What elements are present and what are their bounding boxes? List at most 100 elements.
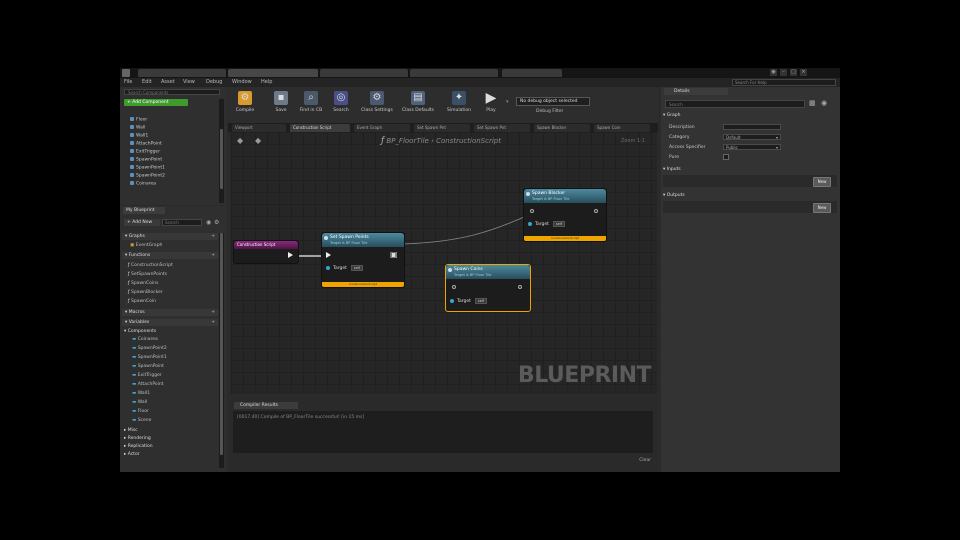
components-search-input[interactable]: Search Components (124, 89, 220, 95)
menu-window[interactable]: Window (232, 79, 252, 85)
menu-edit[interactable]: Edit (142, 79, 152, 85)
variable-item[interactable]: ▬ SpawnPoint2 (132, 346, 167, 351)
variable-item[interactable]: ▬ Floor (132, 409, 149, 414)
section-functions[interactable]: ▾ Functions + (122, 252, 218, 259)
components-category[interactable]: ▾ Components (124, 329, 156, 334)
menu-file[interactable]: File (124, 79, 132, 85)
function-item[interactable]: ƒ ConstructionScript (128, 263, 173, 268)
component-item[interactable]: SpawnPoint1 (130, 165, 165, 171)
details-tab[interactable]: Details (664, 88, 728, 95)
components-scroll-thumb[interactable] (220, 129, 223, 189)
function-item[interactable]: ƒ SpawnBlocker (128, 290, 163, 295)
my-blueprint-search-input[interactable]: Search (162, 219, 202, 226)
menu-asset[interactable]: Asset (161, 79, 175, 85)
compiler-results-tab[interactable]: Compiler Results (234, 402, 298, 409)
description-field[interactable] (723, 124, 781, 130)
exec-input-pin[interactable] (452, 285, 456, 289)
user-icon[interactable]: ◉ (770, 69, 777, 76)
add-new-button[interactable]: + Add New (124, 219, 160, 226)
component-item[interactable]: Wall (130, 125, 145, 131)
my-blueprint-scroll-thumb[interactable] (220, 233, 223, 455)
event-graph-item[interactable]: ▣ EventGraph (130, 243, 162, 248)
menu-debug[interactable]: Debug (206, 79, 222, 85)
tab-spawn-blocker[interactable]: Spawn Blocker (534, 124, 590, 132)
rendering-category[interactable]: ▸ Rendering (124, 436, 151, 441)
tab-construction-script[interactable]: Construction Script (290, 124, 350, 132)
variable-item[interactable]: ▬ SpawnPoint1 (132, 355, 167, 360)
find-in-cb-button[interactable]: ⌕ Find in CB (296, 89, 326, 121)
doc-tab-4[interactable] (410, 69, 498, 77)
eye-icon[interactable]: ◉ (206, 219, 211, 226)
function-item[interactable]: ƒ SpawnCoin (128, 299, 156, 304)
pure-checkbox[interactable] (723, 154, 729, 160)
self-button[interactable]: self (474, 298, 488, 304)
settings-icon[interactable]: ⚙ (214, 219, 219, 226)
new-output-button[interactable]: New (813, 203, 831, 213)
variable-item[interactable]: ▬ AttachPoint (132, 382, 164, 387)
my-blueprint-tab[interactable]: My Blueprint (123, 207, 165, 214)
simulation-button[interactable]: ✦ Simulation (444, 89, 474, 121)
component-item[interactable]: SpawnPoint2 (130, 173, 165, 179)
save-button[interactable]: ▪ Save (266, 89, 296, 121)
spawn-coins-node[interactable]: Spawn Coins Target is BP Floor Tile Targ… (445, 264, 531, 312)
exec-input-pin[interactable] (326, 252, 331, 258)
variable-item[interactable]: ▬ Coinarea (132, 337, 158, 342)
play-dropdown-icon[interactable]: ▾ (506, 99, 509, 105)
class-defaults-button[interactable]: ▤ Class Defaults (400, 89, 436, 121)
tab-spawn-coin[interactable]: Spawn Coin (594, 124, 650, 132)
tab-event-graph[interactable]: Event Graph (354, 124, 410, 132)
section-macros[interactable]: ▾ Macros + (122, 309, 218, 316)
graph-section-header[interactable]: ▾ Graph (663, 113, 838, 119)
debug-object-select[interactable]: No debug object selected (516, 97, 590, 106)
target-pin[interactable]: Target self (450, 298, 488, 304)
target-pin[interactable]: Target self (326, 265, 364, 271)
variable-item[interactable]: ▬ Scene (132, 418, 151, 423)
access-specifier-select[interactable]: Public ▾ (723, 144, 781, 150)
component-item[interactable]: Coinarea (130, 181, 156, 187)
outputs-section-header[interactable]: ▾ Outputs (663, 193, 838, 199)
doc-tab-5[interactable] (502, 69, 562, 77)
menu-view[interactable]: View (183, 79, 195, 85)
construction-script-node[interactable]: Construction Script (233, 240, 299, 264)
add-graph-icon[interactable]: + (211, 233, 215, 240)
component-item[interactable]: AttachPoint (130, 141, 162, 147)
doc-tab-1[interactable] (138, 69, 226, 77)
self-button[interactable]: self (350, 265, 364, 271)
exec-output-pin[interactable] (518, 285, 522, 289)
search-button[interactable]: ◎ Search (326, 89, 356, 121)
target-pin[interactable]: Target self (528, 221, 566, 227)
inputs-section-header[interactable]: ▾ Inputs (663, 167, 838, 173)
exec-output-pin[interactable] (594, 209, 598, 213)
clear-button[interactable]: Clear (639, 458, 651, 463)
actor-category[interactable]: ▸ Actor (124, 452, 140, 457)
blueprint-graph-canvas[interactable]: ◆ ◆ ƒ BP_FloorTile › ConstructionScript … (231, 132, 657, 394)
tab-set-spawn-points-2[interactable]: Set Spawn Pnt (474, 124, 530, 132)
new-input-button[interactable]: New (813, 177, 831, 187)
maximize-icon[interactable]: □ (790, 69, 797, 76)
exec-output-pin[interactable] (288, 252, 293, 258)
function-item[interactable]: ƒ SetSpawnPoints (128, 272, 167, 277)
component-item[interactable]: Wall1 (130, 133, 148, 139)
self-button[interactable]: self (552, 221, 566, 227)
class-settings-button[interactable]: ⚙ Class Settings (360, 89, 394, 121)
help-search-input[interactable]: Search For Help (732, 79, 836, 86)
category-select[interactable]: Default ▾ (723, 134, 781, 140)
variable-item[interactable]: ▬ ExitTrigger (132, 373, 162, 378)
component-item[interactable]: ExitTrigger (130, 149, 160, 155)
variable-item[interactable]: ▬ Wall1 (132, 391, 150, 396)
spawn-blocker-node[interactable]: Spawn Blocker Target is BP Floor Tile Ta… (523, 188, 607, 242)
add-function-icon[interactable]: + (211, 252, 215, 259)
replication-category[interactable]: ▸ Replication (124, 444, 153, 449)
variable-item[interactable]: ▬ SpawnPoint (132, 364, 164, 369)
compile-button[interactable]: ⚙ Compile (230, 89, 260, 121)
exec-input-pin[interactable] (530, 209, 534, 213)
misc-category[interactable]: ▸ Misc (124, 428, 138, 433)
set-spawn-points-node[interactable]: Set Spawn Points Target is BP Floor Tile… (321, 232, 405, 288)
details-search-input[interactable]: Search (665, 100, 805, 108)
section-variables[interactable]: ▾ Variables + (122, 319, 218, 326)
add-variable-icon[interactable]: + (211, 319, 215, 326)
component-item[interactable]: SpawnPoint (130, 157, 162, 163)
tab-set-spawn-points[interactable]: Set Spawn Pnt (414, 124, 470, 132)
add-macro-icon[interactable]: + (211, 309, 215, 316)
variable-item[interactable]: ▬ Wall (132, 400, 147, 405)
